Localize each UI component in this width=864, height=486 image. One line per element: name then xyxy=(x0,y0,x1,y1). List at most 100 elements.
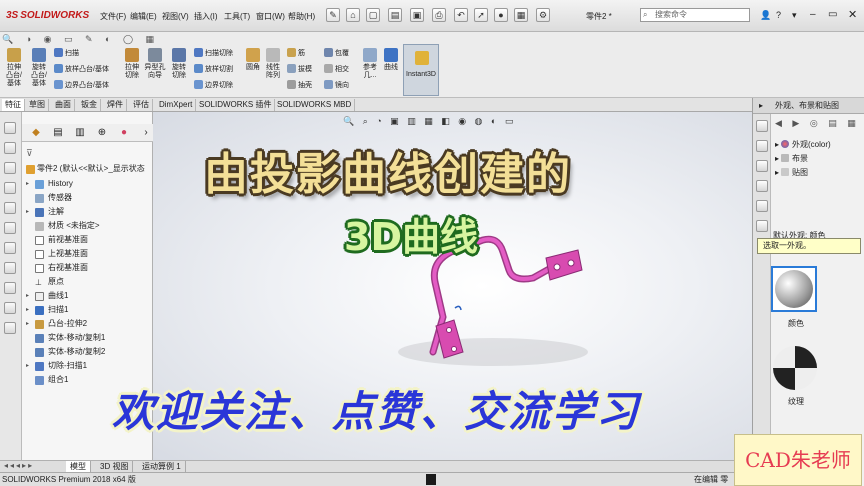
tab-dimxpert[interactable]: DimXpert xyxy=(156,99,197,111)
revolve-boss-button[interactable]: 旋转 凸台/ 基体 xyxy=(27,48,51,88)
tree-item-right-plane[interactable]: 右视基准面 xyxy=(22,261,153,275)
tab-features[interactable]: 特征 xyxy=(2,99,25,111)
expand-arrow-icon[interactable]: ▸ xyxy=(26,359,29,373)
reference-geometry-button[interactable]: 参考 几... xyxy=(360,48,380,80)
strip-tool-icon[interactable] xyxy=(4,122,16,134)
expand-arrow-icon[interactable]: ▸ xyxy=(26,205,29,219)
property-manager-tab-icon[interactable]: ▤ xyxy=(48,126,68,140)
tree-item-annotations[interactable]: ▸ 注解 xyxy=(22,205,153,219)
custom-properties-tab-icon[interactable] xyxy=(756,220,768,232)
menu-view[interactable]: 视图(V) xyxy=(162,11,189,22)
tab-scroll-arrows-icon[interactable]: ◂◂◂▸▸ xyxy=(4,461,34,470)
close-icon[interactable]: ✕ xyxy=(848,8,857,21)
scenes-node[interactable]: ▸ 布景 xyxy=(775,152,808,165)
tree-item-top-plane[interactable]: 上视基准面 xyxy=(22,247,153,261)
expand-arrow-icon[interactable]: ▸ xyxy=(26,177,29,191)
shell-button[interactable]: 抽壳 xyxy=(287,80,312,90)
lofted-cut-button[interactable]: 放样切割 xyxy=(194,64,233,74)
menu-window[interactable]: 窗口(W) xyxy=(256,11,285,22)
expand-arrow-icon[interactable]: ▸ xyxy=(26,303,29,317)
wrap-button[interactable]: 包覆 xyxy=(324,48,349,58)
revolve-cut-button[interactable]: 旋转 切除 xyxy=(168,48,190,80)
menu-help[interactable]: 帮助(H) xyxy=(288,11,315,22)
task-pane-nav-icons[interactable]: ◀ ▶ ◎ ▤ ▦ xyxy=(775,118,860,129)
extrude-boss-button[interactable]: 拉伸 凸台/ 基体 xyxy=(2,48,26,88)
linear-pattern-button[interactable]: 线性 阵列 xyxy=(263,48,283,80)
tree-item-history[interactable]: ▸ History xyxy=(22,177,153,191)
strip-tool-icon[interactable] xyxy=(4,282,16,294)
configuration-manager-tab-icon[interactable]: ▥ xyxy=(70,126,90,140)
mirror-button[interactable]: 镜向 xyxy=(324,80,349,90)
texture-swatch[interactable] xyxy=(773,346,817,390)
help-dropdown-icon[interactable]: ▾ xyxy=(792,10,797,21)
tab-solidworks-mbd[interactable]: SOLIDWORKS MBD xyxy=(274,99,356,111)
menu-file[interactable]: 文件(F) xyxy=(100,11,126,22)
swept-cut-button[interactable]: 扫描切除 xyxy=(194,48,233,58)
strip-tool-icon[interactable] xyxy=(4,142,16,154)
rib-button[interactable]: 筋 xyxy=(287,48,305,58)
fillet-button[interactable]: 圆角 xyxy=(244,48,262,72)
library-tab-icon[interactable] xyxy=(756,140,768,152)
filter-icon[interactable]: ⊽ xyxy=(26,148,33,159)
tree-item-material[interactable]: 材质 <未指定> xyxy=(22,219,153,233)
options-gear-icon[interactable]: ⚙ xyxy=(536,8,550,22)
display-manager-tab-icon[interactable]: ● xyxy=(114,126,134,140)
dimxpert-tab-icon[interactable]: ⊕ xyxy=(92,126,112,140)
save-icon[interactable]: ▣ xyxy=(410,8,424,22)
strip-tool-icon[interactable] xyxy=(4,182,16,194)
tree-item-swept-cut1[interactable]: ▸ 切除-扫描1 xyxy=(22,359,153,373)
user-icon[interactable]: 👤 xyxy=(760,10,771,21)
file-properties-icon[interactable]: ▦ xyxy=(514,8,528,22)
minimize-icon[interactable]: – xyxy=(810,9,816,20)
help-icon[interactable]: ? xyxy=(776,10,781,20)
tree-item-sweep1[interactable]: ▸ 扫描1 xyxy=(22,303,153,317)
toolbox-tab-icon[interactable] xyxy=(756,160,768,172)
appearance-color-node[interactable]: ▸ 外观(color) xyxy=(775,138,831,151)
tree-item-sensors[interactable]: 传感器 xyxy=(22,191,153,205)
home-icon[interactable]: ⌂ xyxy=(346,8,360,22)
tree-root-part[interactable]: 零件2 (默认<<默认>_显示状态 xyxy=(22,162,153,176)
home-tab-icon[interactable] xyxy=(756,120,768,132)
tab-weldments[interactable]: 焊件 xyxy=(104,99,127,111)
tab-evaluate[interactable]: 评估 xyxy=(130,99,153,111)
strip-tool-icon[interactable] xyxy=(4,222,16,234)
strip-tool-icon[interactable] xyxy=(4,242,16,254)
pin-icon[interactable]: ✎ xyxy=(326,8,340,22)
extrude-cut-button[interactable]: 拉伸 切除 xyxy=(121,48,143,80)
menu-insert[interactable]: 插入(I) xyxy=(194,11,218,22)
sweep-button[interactable]: 扫描 xyxy=(54,48,79,58)
tree-item-front-plane[interactable]: 前视基准面 xyxy=(22,233,153,247)
search-commands-input[interactable]: 搜索命令 xyxy=(640,8,750,22)
undo-icon[interactable]: ↶ xyxy=(454,8,468,22)
color-swatch[interactable] xyxy=(771,266,817,312)
strip-tool-icon[interactable] xyxy=(4,262,16,274)
strip-tool-icon[interactable] xyxy=(4,202,16,214)
tree-item-move-copy2[interactable]: 实体-移动/复制2 xyxy=(22,345,153,359)
file-explorer-tab-icon[interactable] xyxy=(756,180,768,192)
instant3d-button[interactable]: Instant3D xyxy=(403,44,439,96)
menu-edit[interactable]: 编辑(E) xyxy=(130,11,157,22)
tab-surfaces[interactable]: 曲面 xyxy=(52,99,75,111)
quick-access-icons[interactable]: 🔍 ◑ ◉ ▭ ✎ ◐ ◯ ▦ xyxy=(2,34,282,46)
curves-button[interactable]: 曲线 xyxy=(381,48,401,72)
tree-item-boss-extrude2[interactable]: ▸ 凸台-拉伸2 xyxy=(22,317,153,331)
print-icon[interactable]: ⎙ xyxy=(432,8,446,22)
maximize-icon[interactable]: ▭ xyxy=(828,9,837,20)
tab-solidworks-addins[interactable]: SOLIDWORKS 插件 xyxy=(196,99,276,111)
tree-item-origin[interactable]: ⊥ 原点 xyxy=(22,275,153,289)
feature-tree-tab-icon[interactable]: ◆ xyxy=(26,126,46,140)
boundary-cut-button[interactable]: 边界切除 xyxy=(194,80,233,90)
strip-tool-icon[interactable] xyxy=(4,302,16,314)
strip-tool-icon[interactable] xyxy=(4,322,16,334)
tab-sketch[interactable]: 草图 xyxy=(26,99,49,111)
tree-item-move-copy1[interactable]: 实体-移动/复制1 xyxy=(22,331,153,345)
draft-button[interactable]: 拔模 xyxy=(287,64,312,74)
rebuild-icon[interactable]: ● xyxy=(494,8,508,22)
task-pane-arrow-icon[interactable]: ▸ xyxy=(759,101,763,110)
expand-arrow-icon[interactable]: ▸ xyxy=(26,289,29,303)
appearances-tab-icon[interactable] xyxy=(756,200,768,212)
menu-tools[interactable]: 工具(T) xyxy=(224,11,250,22)
solidworks-logo[interactable]: 3S SOLIDWORKS xyxy=(6,10,89,21)
boundary-boss-button[interactable]: 边界凸台/基体 xyxy=(54,80,109,90)
expand-arrow-icon[interactable]: ▸ xyxy=(26,317,29,331)
